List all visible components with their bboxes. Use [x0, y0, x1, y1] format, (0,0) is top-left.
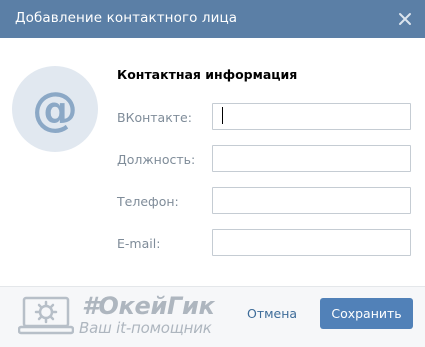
vk-field[interactable]: [212, 103, 411, 130]
position-label: Должность:: [117, 152, 196, 167]
dialog-title: Добавление контактного лица: [15, 10, 238, 26]
dialog-header: Добавление контактного лица: [0, 0, 425, 38]
email-label: E-mail:: [117, 236, 161, 251]
avatar: @: [12, 66, 98, 152]
text-caret: [222, 107, 223, 124]
email-field[interactable]: [212, 229, 411, 256]
close-button[interactable]: [393, 7, 417, 31]
at-sign-icon: @: [32, 82, 78, 136]
close-icon: [399, 13, 411, 25]
phone-field[interactable]: [212, 187, 411, 214]
laptop-gear-icon: [18, 296, 74, 335]
watermark-logo: #ОкейГик: [82, 292, 215, 320]
position-field[interactable]: [212, 145, 411, 172]
cancel-button[interactable]: Отмена: [247, 303, 297, 325]
save-button[interactable]: Сохранить: [320, 298, 413, 329]
section-title: Контактная информация: [117, 67, 298, 82]
add-contact-dialog: Добавление контактного лица @ Контактная…: [0, 0, 425, 347]
phone-label: Телефон:: [117, 194, 179, 209]
vk-label: ВКонтакте:: [117, 110, 192, 125]
watermark-slogan: Ваш it-помощник: [79, 319, 212, 337]
